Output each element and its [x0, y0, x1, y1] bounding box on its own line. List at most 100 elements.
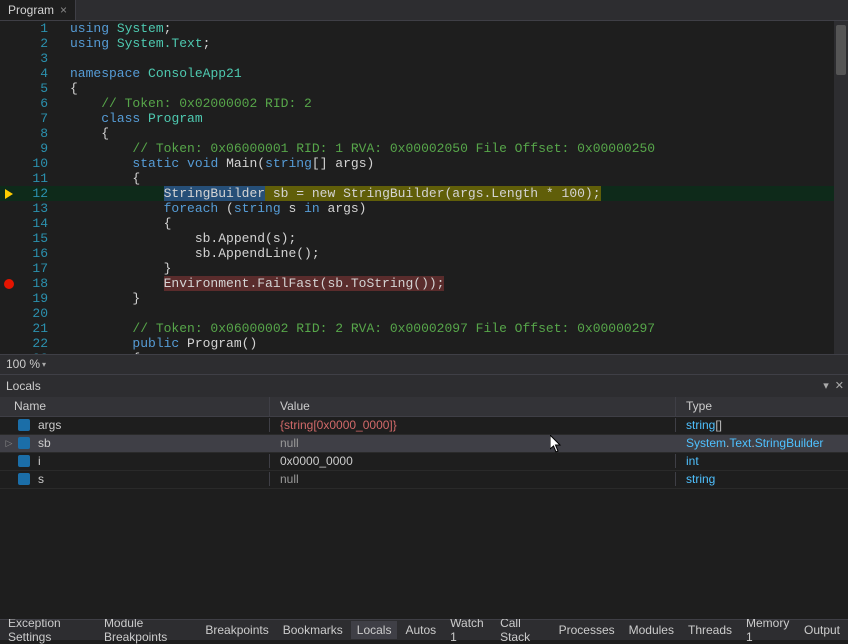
code-line[interactable]: 13 foreach (string s in args)	[0, 201, 848, 216]
code-text: {	[58, 81, 848, 96]
code-line[interactable]: 15 sb.Append(s);	[0, 231, 848, 246]
line-number: 18	[18, 276, 58, 291]
gutter	[0, 231, 18, 246]
line-number: 12	[18, 186, 58, 201]
gutter	[0, 141, 18, 156]
code-text: {	[58, 171, 848, 186]
code-line[interactable]: 9 // Token: 0x06000001 RID: 1 RVA: 0x000…	[0, 141, 848, 156]
toolwindow-tab-modules[interactable]: Modules	[623, 621, 680, 639]
line-number: 1	[18, 21, 58, 36]
gutter	[0, 21, 18, 36]
locals-row[interactable]: snullstring	[0, 471, 848, 489]
locals-cell-name: s	[0, 472, 270, 486]
locals-row[interactable]: args{string[0x0000_0000]}string[]	[0, 417, 848, 435]
code-text: foreach (string s in args)	[58, 201, 848, 216]
variable-name: i	[38, 454, 41, 468]
gutter	[0, 246, 18, 261]
variable-name: args	[38, 418, 61, 432]
line-number: 16	[18, 246, 58, 261]
code-line[interactable]: 2using System.Text;	[0, 36, 848, 51]
line-number: 20	[18, 306, 58, 321]
code-line[interactable]: 14 {	[0, 216, 848, 231]
code-line[interactable]: 22 public Program()	[0, 336, 848, 351]
code-line[interactable]: 18 Environment.FailFast(sb.ToString());	[0, 276, 848, 291]
code-line[interactable]: 12 StringBuilder sb = new StringBuilder(…	[0, 186, 848, 201]
file-tab-program[interactable]: Program ×	[0, 0, 76, 20]
code-text: // Token: 0x02000002 RID: 2	[58, 96, 848, 111]
col-header-type[interactable]: Type	[676, 397, 848, 416]
code-line[interactable]: 23 {	[0, 351, 848, 354]
code-line[interactable]: 5{	[0, 81, 848, 96]
code-line[interactable]: 16 sb.AppendLine();	[0, 246, 848, 261]
close-icon[interactable]: ×	[60, 4, 67, 16]
code-line[interactable]: 11 {	[0, 171, 848, 186]
toolwindow-tab-exception-settings[interactable]: Exception Settings	[2, 621, 96, 639]
toolwindow-tab-breakpoints[interactable]: Breakpoints	[199, 621, 274, 639]
gutter	[0, 156, 18, 171]
gutter	[0, 291, 18, 306]
toolwindow-tab-bookmarks[interactable]: Bookmarks	[277, 621, 349, 639]
toolwindow-tab-module-breakpoints[interactable]: Module Breakpoints	[98, 621, 197, 639]
gutter	[0, 51, 18, 66]
line-number: 11	[18, 171, 58, 186]
line-number: 5	[18, 81, 58, 96]
code-text: using System.Text;	[58, 36, 848, 51]
toolwindow-tab-autos[interactable]: Autos	[399, 621, 442, 639]
code-line[interactable]: 1using System;	[0, 21, 848, 36]
code-text: sb.Append(s);	[58, 231, 848, 246]
toolwindow-tab-call-stack[interactable]: Call Stack	[494, 621, 551, 639]
breakpoint-icon[interactable]	[0, 276, 18, 291]
locals-row[interactable]: i0x0000_0000int	[0, 453, 848, 471]
code-line[interactable]: 3	[0, 51, 848, 66]
gutter	[0, 126, 18, 141]
code-text: public Program()	[58, 336, 848, 351]
expander-icon[interactable]: ▷	[4, 438, 14, 449]
code-line[interactable]: 20	[0, 306, 848, 321]
locals-titlebar[interactable]: Locals ▾ ✕	[0, 375, 848, 397]
line-number: 7	[18, 111, 58, 126]
gutter	[0, 111, 18, 126]
toolwindow-tab-output[interactable]: Output	[798, 621, 846, 639]
toolwindow-tab-processes[interactable]: Processes	[553, 621, 621, 639]
code-line[interactable]: 8 {	[0, 126, 848, 141]
line-number: 19	[18, 291, 58, 306]
code-line[interactable]: 10 static void Main(string[] args)	[0, 156, 848, 171]
line-number: 4	[18, 66, 58, 81]
vertical-scrollbar[interactable]	[834, 21, 848, 354]
toolwindow-tab-watch-1[interactable]: Watch 1	[444, 621, 492, 639]
line-number: 2	[18, 36, 58, 51]
col-header-name[interactable]: Name	[0, 397, 270, 416]
code-text	[58, 306, 848, 321]
code-line[interactable]: 7 class Program	[0, 111, 848, 126]
code-viewport[interactable]: 1using System;2using System.Text;34names…	[0, 21, 848, 354]
editor-status-bar: 100 % ▾	[0, 354, 848, 373]
code-line[interactable]: 4namespace ConsoleApp21	[0, 66, 848, 81]
locals-row[interactable]: ▷sbnullSystem.Text.StringBuilder	[0, 435, 848, 453]
locals-grid-body: args{string[0x0000_0000]}string[]▷sbnull…	[0, 417, 848, 619]
code-text: // Token: 0x06000001 RID: 1 RVA: 0x00002…	[58, 141, 848, 156]
toolwindow-tab-memory-1[interactable]: Memory 1	[740, 621, 796, 639]
toolwindow-tab-threads[interactable]: Threads	[682, 621, 738, 639]
line-number: 21	[18, 321, 58, 336]
code-text: {	[58, 216, 848, 231]
line-number: 14	[18, 216, 58, 231]
toolwindow-tab-locals[interactable]: Locals	[351, 621, 398, 639]
field-icon	[18, 437, 30, 449]
col-header-value[interactable]: Value	[270, 397, 676, 416]
pin-icon[interactable]: ▾	[823, 379, 829, 392]
code-line[interactable]: 17 }	[0, 261, 848, 276]
current-line-arrow-icon[interactable]	[0, 186, 18, 201]
zoom-dropdown[interactable]: 100 % ▾	[6, 357, 46, 371]
code-text: }	[58, 261, 848, 276]
close-icon[interactable]: ✕	[835, 379, 844, 392]
code-line[interactable]: 19 }	[0, 291, 848, 306]
code-text: namespace ConsoleApp21	[58, 66, 848, 81]
code-line[interactable]: 6 // Token: 0x02000002 RID: 2	[0, 96, 848, 111]
line-number: 13	[18, 201, 58, 216]
gutter	[0, 81, 18, 96]
code-line[interactable]: 21 // Token: 0x06000002 RID: 2 RVA: 0x00…	[0, 321, 848, 336]
scrollbar-thumb[interactable]	[836, 25, 846, 75]
locals-title-label: Locals	[6, 379, 41, 393]
gutter	[0, 321, 18, 336]
line-number: 10	[18, 156, 58, 171]
